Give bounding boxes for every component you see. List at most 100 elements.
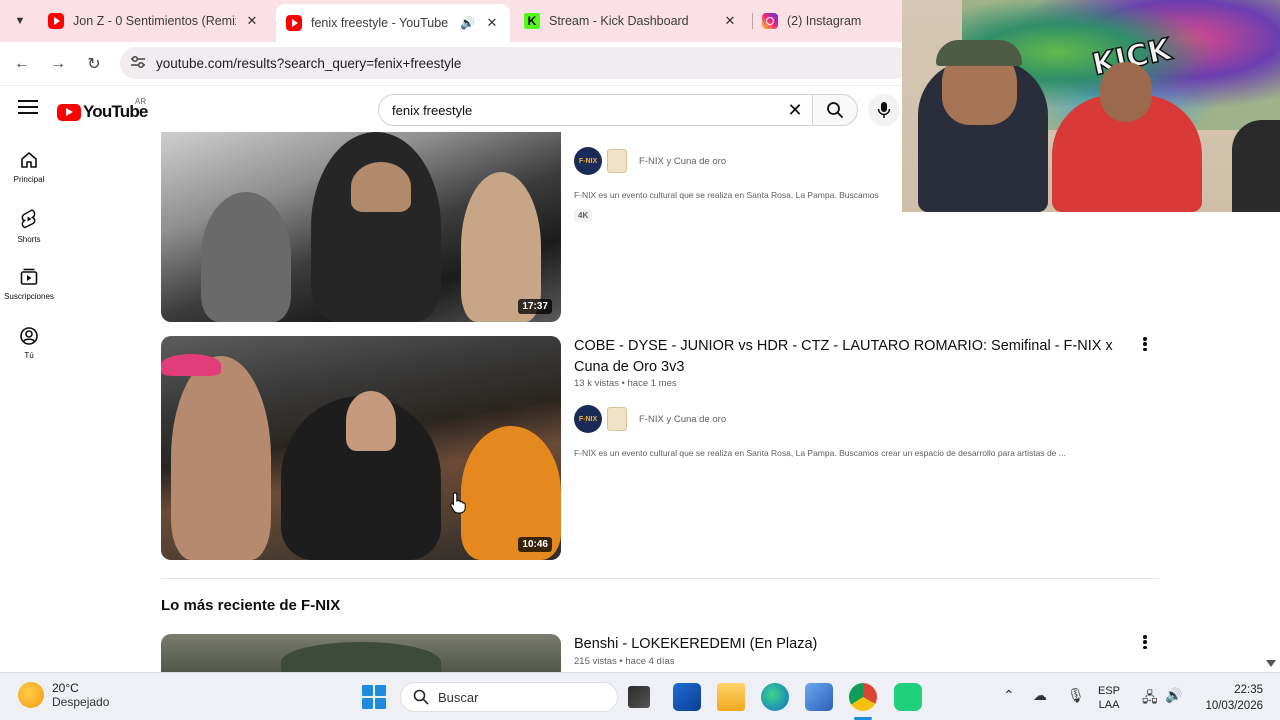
- search-query: fenix freestyle: [392, 102, 473, 118]
- instagram-favicon-icon: [762, 13, 778, 29]
- microphone-icon: [877, 102, 891, 118]
- you-icon: [20, 327, 38, 345]
- section-divider: [161, 578, 1159, 579]
- meta-separator: •: [621, 378, 625, 389]
- voice-search-button[interactable]: [868, 94, 900, 126]
- youtube-favicon-icon: [48, 13, 64, 29]
- network-icon[interactable]: 🖧: [1142, 687, 1158, 711]
- browser-toolbar: ← → ↻ youtube.com/results?search_query=f…: [0, 42, 910, 86]
- video-description: F-NIX es un evento cultural que se reali…: [574, 190, 879, 200]
- arrow-left-icon: ←: [14, 55, 30, 72]
- clear-search-icon[interactable]: ✕: [777, 100, 813, 121]
- tab-title: Stream - Kick Dashboard: [549, 14, 689, 28]
- video-title[interactable]: COBE - DYSE - JUNIOR vs HDR - CTZ - LAUT…: [574, 336, 1119, 378]
- video-meta: 215 vistas • hace 4 días: [574, 656, 675, 667]
- video-title[interactable]: Benshi - LOKEKEREDEMI (En Plaza): [574, 634, 1119, 655]
- clock-time: 22:35: [1234, 684, 1263, 696]
- task-view-icon[interactable]: [628, 686, 650, 708]
- microphone-icon[interactable]: 🎙: [1067, 687, 1085, 704]
- search-button[interactable]: [812, 94, 858, 126]
- windows-start-icon[interactable]: [362, 685, 386, 709]
- channel-avatar: F-NIX: [574, 147, 602, 175]
- edge-browser-icon[interactable]: [761, 683, 789, 711]
- meta-separator: •: [619, 656, 623, 667]
- taskbar-search[interactable]: Buscar: [400, 682, 618, 712]
- channel-avatar-secondary: [607, 149, 627, 173]
- video-thumbnail[interactable]: 17:37: [161, 132, 561, 322]
- taskbar-search-label: Buscar: [438, 689, 479, 705]
- back-button[interactable]: ←: [8, 50, 36, 78]
- tab-jon-z[interactable]: Jon Z - 0 Sentimientos (Remix) ✕: [38, 6, 270, 36]
- volume-icon[interactable]: 🔊: [1165, 687, 1182, 704]
- sidebar-item-shorts[interactable]: Shorts: [0, 208, 58, 244]
- video-duration: 17:37: [518, 299, 552, 314]
- chat-app-icon[interactable]: [894, 683, 922, 711]
- search-icon: [413, 689, 429, 705]
- screen: ▼ Jon Z - 0 Sentimientos (Remix) ✕ fenix…: [0, 0, 1280, 720]
- webcam-overlay: KICK: [902, 0, 1280, 212]
- site-settings-icon[interactable]: [120, 55, 156, 72]
- channel-avatar: F-NIX: [574, 405, 602, 433]
- address-bar[interactable]: youtube.com/results?search_query=fenix+f…: [120, 47, 910, 79]
- speaker-icon[interactable]: 🔊: [460, 16, 476, 30]
- youtube-favicon-icon: [286, 15, 302, 31]
- thumbnail-figure: [346, 391, 396, 451]
- thumbnail-figure: [281, 642, 441, 674]
- sidebar-item-label: Tú: [24, 351, 34, 360]
- tab-title: fenix freestyle - YouTube: [311, 16, 449, 30]
- thumbnail-figure: [351, 162, 411, 212]
- channel-row[interactable]: F-NIX F-NIX y Cuna de oro: [574, 405, 726, 433]
- close-tab-icon[interactable]: ✕: [722, 13, 738, 29]
- weather-widget[interactable]: 20°C Despejado: [18, 681, 109, 709]
- channel-name: F-NIX y Cuna de oro: [639, 413, 727, 425]
- channel-row[interactable]: F-NIX F-NIX y Cuna de oro: [574, 147, 726, 175]
- video-menu-icon[interactable]: [1138, 335, 1152, 353]
- reload-icon: ↻: [87, 56, 101, 73]
- close-tab-icon[interactable]: ✕: [244, 13, 260, 29]
- chevron-down-icon: ▼: [14, 15, 26, 27]
- onedrive-icon[interactable]: ☁: [1033, 687, 1047, 704]
- subscriptions-icon: [20, 268, 38, 285]
- streamer-cap: [936, 40, 1022, 66]
- language-indicator[interactable]: ESP LAA: [1098, 684, 1120, 712]
- youtube-play-icon: [57, 103, 81, 121]
- reload-button[interactable]: ↻: [80, 50, 108, 78]
- thumbnail-figure: [201, 192, 291, 322]
- tab-fenix-freestyle[interactable]: fenix freestyle - YouTube 🔊 ✕: [276, 4, 510, 42]
- language-code: ESP: [1098, 685, 1121, 697]
- video-thumbnail[interactable]: 10:46: [161, 336, 561, 560]
- chrome-browser-icon[interactable]: [849, 683, 877, 711]
- youtube-logo[interactable]: YouTube: [57, 102, 148, 122]
- tab-kick-dashboard[interactable]: K Stream - Kick Dashboard ✕: [514, 6, 748, 36]
- weather-moon-icon: [18, 682, 44, 708]
- sidebar-item-principal[interactable]: Principal: [0, 150, 58, 184]
- outlook-icon[interactable]: [805, 683, 833, 711]
- menu-icon[interactable]: [18, 100, 38, 116]
- shorts-icon: [21, 209, 36, 229]
- sidebar-item-tu[interactable]: Tú: [0, 326, 58, 360]
- background-person: [1232, 120, 1280, 212]
- clock-date: 10/03/2026: [1205, 700, 1263, 712]
- arrow-right-icon: →: [50, 55, 66, 72]
- windows-taskbar: 20°C Despejado Buscar ⌃ ☁ 🎙 ESP LAA 🖧 🔊 …: [0, 672, 1280, 720]
- video-views: 215 vistas: [574, 656, 617, 667]
- chevron-up-icon[interactable]: ⌃: [1003, 687, 1015, 704]
- close-tab-icon[interactable]: ✕: [484, 15, 500, 31]
- system-clock[interactable]: 22:35 10/03/2026: [1195, 682, 1263, 714]
- search-input[interactable]: fenix freestyle ✕: [378, 94, 814, 126]
- url-text: youtube.com/results?search_query=fenix+f…: [156, 55, 462, 71]
- scroll-down-arrow[interactable]: [1266, 660, 1276, 667]
- country-code: AR: [135, 97, 147, 106]
- sidebar-item-suscripciones[interactable]: Suscripciones: [0, 267, 58, 301]
- tab-instagram[interactable]: (2) Instagram: [752, 6, 902, 36]
- video-thumbnail[interactable]: [161, 634, 561, 674]
- forward-button[interactable]: →: [44, 50, 72, 78]
- youtube-header: YouTube AR fenix freestyle ✕: [0, 86, 902, 132]
- weather-temperature: 20°C: [52, 681, 79, 695]
- video-age: hace 4 días: [625, 656, 675, 667]
- file-explorer-icon[interactable]: [717, 683, 745, 711]
- microsoft-store-icon[interactable]: [673, 683, 701, 711]
- video-menu-icon[interactable]: [1138, 633, 1152, 651]
- tab-search-button[interactable]: ▼: [6, 8, 34, 34]
- channel-avatar-secondary: [607, 407, 627, 431]
